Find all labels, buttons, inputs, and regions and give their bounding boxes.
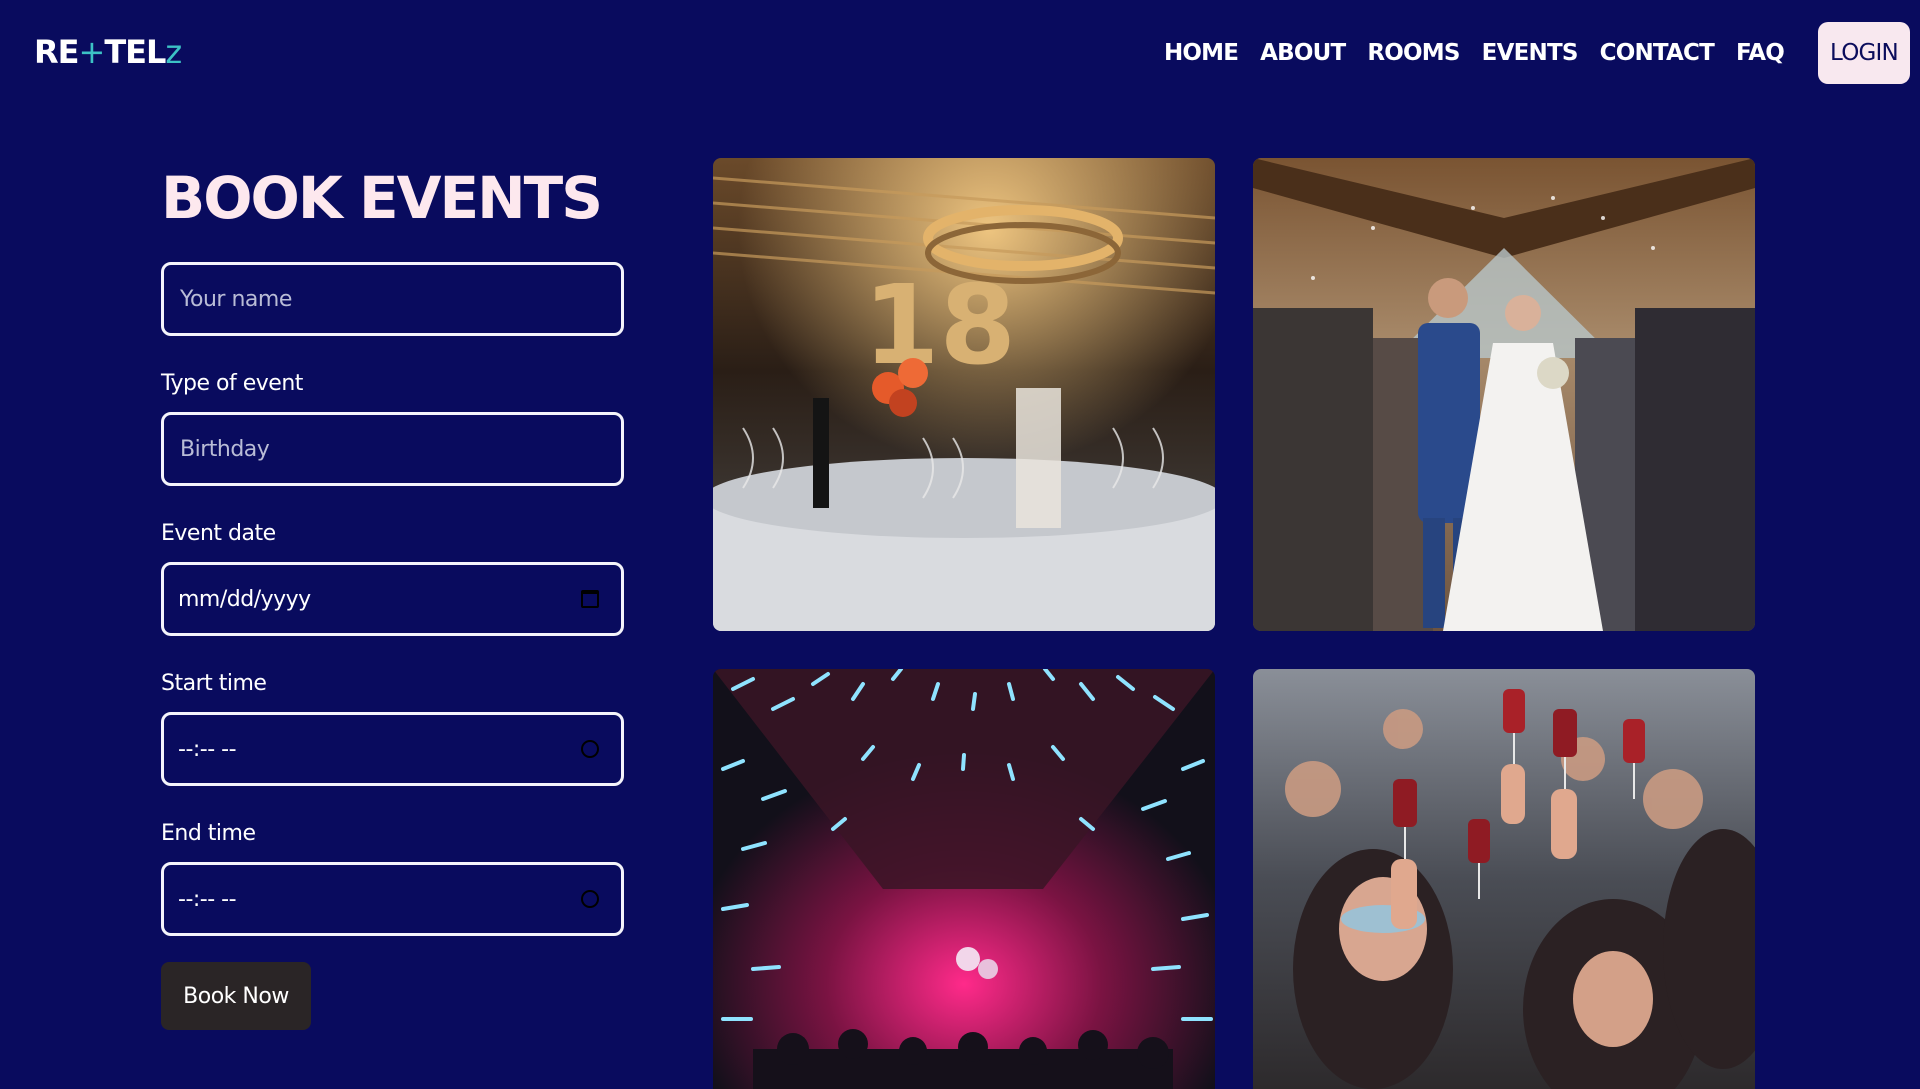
masquerade-party-toast-photo	[1253, 669, 1755, 1089]
main-nav: HOME ABOUT ROOMS EVENTS CONTACT FAQ LOGI…	[1164, 0, 1920, 106]
booking-form: BOOK EVENTS Type of event Event date mm/…	[161, 158, 625, 1030]
logo-text-tel: TEL	[104, 33, 166, 71]
end-time-field[interactable]: --:-- --	[161, 862, 624, 936]
birthday-18-table-photo: 18	[713, 158, 1215, 631]
logo[interactable]: RE+TELz	[34, 32, 182, 72]
event-date-value: mm/dd/yyyy	[178, 586, 311, 612]
end-time-label: End time	[161, 821, 256, 846]
logo-text-re: RE	[34, 33, 79, 71]
clock-icon[interactable]	[581, 890, 599, 908]
event-type-input[interactable]	[178, 435, 607, 463]
start-time-field[interactable]: --:-- --	[161, 712, 624, 786]
page-title: BOOK EVENTS	[161, 164, 603, 232]
start-time-label: Start time	[161, 671, 267, 696]
svg-text:18: 18	[863, 261, 1016, 389]
event-date-field[interactable]: mm/dd/yyyy	[161, 562, 624, 636]
nav-rooms[interactable]: ROOMS	[1367, 40, 1460, 66]
event-type-field[interactable]	[161, 412, 624, 486]
name-field[interactable]	[161, 262, 624, 336]
book-now-button[interactable]: Book Now	[161, 962, 311, 1030]
nav-about[interactable]: ABOUT	[1260, 40, 1346, 66]
neon-club-hall-photo	[713, 669, 1215, 1089]
logo-z: z	[165, 33, 182, 71]
nav-faq[interactable]: FAQ	[1736, 40, 1785, 66]
login-button[interactable]: LOGIN	[1818, 22, 1910, 84]
event-type-label: Type of event	[161, 371, 303, 396]
calendar-icon[interactable]	[581, 590, 599, 608]
site-header: RE+TELz HOME ABOUT ROOMS EVENTS CONTACT …	[0, 0, 1920, 106]
nav-home[interactable]: HOME	[1164, 40, 1239, 66]
start-time-value: --:-- --	[178, 736, 237, 762]
name-input[interactable]	[178, 285, 607, 313]
nav-events[interactable]: EVENTS	[1482, 40, 1579, 66]
nav-contact[interactable]: CONTACT	[1600, 40, 1715, 66]
end-time-value: --:-- --	[178, 886, 237, 912]
wedding-couple-photo	[1253, 158, 1755, 631]
logo-plus: +	[78, 33, 106, 71]
clock-icon[interactable]	[581, 740, 599, 758]
event-date-label: Event date	[161, 521, 276, 546]
